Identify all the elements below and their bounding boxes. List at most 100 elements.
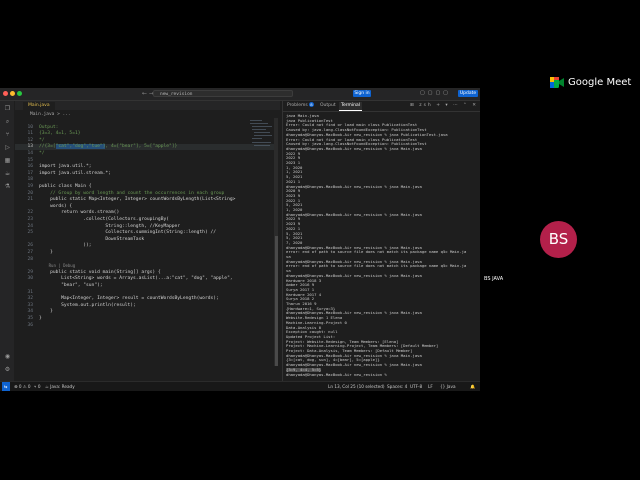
sign-in-button[interactable]: Sign in xyxy=(353,90,371,97)
breadcrumb[interactable]: Main.java > ... xyxy=(15,112,71,117)
code-line[interactable]: 11 {3=3, 4=1, 5=1} xyxy=(15,131,278,137)
java-projects-icon[interactable]: ☕ xyxy=(4,170,11,177)
code-line[interactable]: 13 //{3=["cat","dog","tue"], 4=["bear"], … xyxy=(15,144,278,151)
terminal-line: error: end of path to source file does n… xyxy=(286,263,467,269)
code-line[interactable]: 29 public static void main(String[] args… xyxy=(15,270,278,276)
code-editor[interactable]: 10 Output: 11 {3=3, 4=1, 5=1} 12 */ 13 //{3=["c… xyxy=(15,118,278,380)
code-line[interactable]: 27 } xyxy=(15,250,278,256)
line-number: 34 xyxy=(27,309,33,315)
notifications-icon[interactable]: 🔔 xyxy=(470,382,475,391)
code-text: words) { xyxy=(39,203,73,209)
code-text: {3=3, 4=1, 5=1} xyxy=(39,131,81,137)
minimize-dot[interactable] xyxy=(10,91,15,96)
code-text: "bear", "sun"); xyxy=(39,283,103,288)
code-text: Map<Integer, Integer> result = countWord… xyxy=(39,296,219,302)
indentation[interactable]: Spaces: 4 xyxy=(387,382,407,391)
close-dot[interactable] xyxy=(3,91,8,96)
language-mode[interactable]: {} Java xyxy=(440,382,456,391)
layout-icons[interactable]: ▢▢▢▢ xyxy=(420,90,451,96)
code-line[interactable]: 36 xyxy=(15,323,278,329)
code-line[interactable]: 26 )); xyxy=(15,243,278,249)
code-line[interactable]: 28 xyxy=(15,257,278,263)
source-control-icon[interactable]: ⑂ xyxy=(4,131,11,138)
line-number: 35 xyxy=(27,316,33,321)
encoding[interactable]: UTF-8 xyxy=(410,382,422,391)
code-line[interactable] xyxy=(15,118,278,124)
testing-icon[interactable]: ⚗ xyxy=(4,183,11,190)
code-text: return words.stream() xyxy=(39,210,120,216)
participant-name: BS JAVA xyxy=(484,276,504,282)
code-line[interactable]: 35} xyxy=(15,316,278,322)
minimap[interactable] xyxy=(250,118,272,168)
editor-scroll-thumb[interactable] xyxy=(275,236,278,366)
terminal-output[interactable]: java Main.java java PublicationTest Error:… xyxy=(286,114,480,380)
code-text: )); xyxy=(39,243,92,249)
code-line[interactable]: 16 import java.util.*; xyxy=(15,164,278,170)
command-center-search[interactable]: new_revision xyxy=(153,90,293,97)
bottom-panel: Problems 8 Output Terminal ⊞ zsh + ▾ ⋯ ⌃… xyxy=(282,101,480,381)
cursor-position[interactable]: Ln 13, Col 25 (10 selected) xyxy=(328,382,385,391)
accounts-icon[interactable]: ◉ xyxy=(4,353,11,360)
run-debug-icon[interactable]: ▷ xyxy=(4,144,11,151)
problems-status[interactable]: ⊗ 0 ⚠ 0 xyxy=(14,382,31,391)
tab-terminal[interactable]: Terminal xyxy=(339,102,363,111)
code-line[interactable]: 12 */ xyxy=(15,138,278,144)
code-line[interactable]: 24 String::length, //KeyMapper xyxy=(15,224,278,230)
code-line[interactable]: 17 import java.util.stream.*; xyxy=(15,171,278,177)
update-button[interactable]: Update xyxy=(458,90,478,97)
code-line[interactable]: 20 // Group by word length and count the… xyxy=(15,191,278,197)
tab-main-java[interactable]: Main.java xyxy=(23,102,55,110)
code-text: Collectors.summingInt(String::length) // xyxy=(39,230,217,236)
editor-tab-bar: Main.java xyxy=(15,101,280,110)
code-line[interactable]: 25 Collectors.summingInt(String::length)… xyxy=(15,230,278,236)
code-line[interactable]: 32 Map<Integer, Integer> result = countW… xyxy=(15,296,278,302)
tab-output[interactable]: Output xyxy=(320,102,336,110)
line-number: 14 xyxy=(27,151,33,156)
line-number: 31 xyxy=(27,289,33,295)
code-line[interactable]: 18 xyxy=(15,177,278,183)
line-endings[interactable]: LF xyxy=(428,382,433,391)
code-text: */ xyxy=(39,151,45,156)
java-status[interactable]: ☕ Java: Ready xyxy=(45,382,75,391)
line-number: 27 xyxy=(27,250,33,255)
line-number: 12 xyxy=(27,137,33,143)
code-line[interactable]: "bear", "sun"); xyxy=(15,283,278,289)
text-selection: "cat","dog","tue"] xyxy=(55,144,106,150)
code-text: //{3=["cat","dog","tue"], 4=["bear"], 5=… xyxy=(39,144,178,150)
terminal-line: dhanyada@Dhanyas-MacBook-Air new_revisio… xyxy=(286,211,422,217)
code-line[interactable]: 10 Output: xyxy=(15,125,278,131)
code-line[interactable]: 19 public class Main { xyxy=(15,184,278,190)
code-line[interactable]: Run | Debug xyxy=(15,263,278,269)
remote-icon[interactable]: ⇆ xyxy=(2,382,10,391)
code-line[interactable]: 14 */ xyxy=(15,151,278,157)
avatar[interactable]: BS xyxy=(540,221,577,258)
extensions-icon[interactable]: ▦ xyxy=(4,157,11,164)
terminal-line: dhanyada@Dhanyas-MacBook-Air new_revisio… xyxy=(286,183,422,189)
search-icon[interactable]: ⌕ xyxy=(4,118,11,125)
code-line[interactable]: words) { xyxy=(15,204,278,210)
tab-problems[interactable]: Problems 8 xyxy=(287,102,314,110)
code-line[interactable]: 31 xyxy=(15,290,278,296)
shared-screen: ← → new_revision Sign in ▢▢▢▢ Update ❐ ⌕… xyxy=(0,88,480,391)
terminal-line: error: end of path to source file does n… xyxy=(286,249,467,255)
zoom-dot[interactable] xyxy=(17,91,22,96)
explorer-icon[interactable]: ❐ xyxy=(4,105,11,112)
code-text: System.out.println(result); xyxy=(39,302,136,308)
code-line[interactable]: 22 return words.stream() xyxy=(15,210,278,216)
manage-gear-icon[interactable]: ⚙ xyxy=(4,366,11,373)
code-line[interactable]: 21 public static Map<Integer, Integer> c… xyxy=(15,197,278,203)
line-number: 16 xyxy=(27,164,33,170)
code-text: import java.util.*; xyxy=(39,164,92,170)
code-line[interactable]: 23 .collect(Collectors.groupingBy( xyxy=(15,217,278,223)
code-text: Output: xyxy=(39,124,59,130)
line-number: 25 xyxy=(27,230,33,236)
code-line[interactable]: 33 System.out.println(result); xyxy=(15,303,278,309)
line-number: 24 xyxy=(27,223,33,229)
code-line[interactable]: DownStreamTask xyxy=(15,237,278,243)
line-number: 13 xyxy=(27,144,33,150)
terminal-actions[interactable]: ⊞ zsh + ▾ ⋯ ⌃ ✕ xyxy=(410,102,478,110)
code-line[interactable]: 30 List<String> words = Arrays.asList(..… xyxy=(15,276,278,282)
code-line[interactable]: 34 } xyxy=(15,309,278,315)
code-line[interactable]: 15 xyxy=(15,158,278,164)
ports-status[interactable]: ⑂ 0 xyxy=(34,382,41,391)
